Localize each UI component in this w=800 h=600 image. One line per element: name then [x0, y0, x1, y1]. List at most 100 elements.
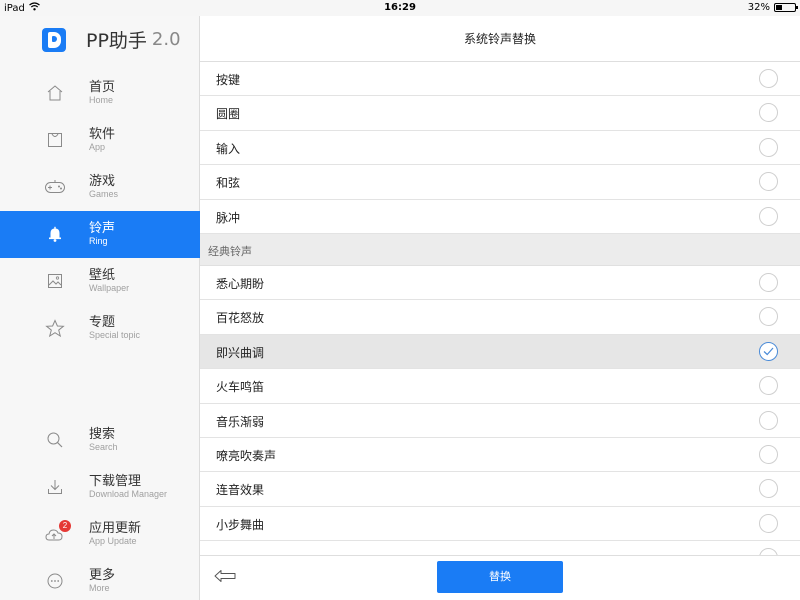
radio-button[interactable] [759, 172, 778, 192]
radio-button[interactable] [759, 444, 778, 464]
nav-item-ring[interactable]: 铃声 Ring [0, 211, 200, 258]
ringtone-label: 百花怒放 [216, 311, 265, 326]
ringtone-row[interactable]: 悉心期盼 [200, 266, 800, 301]
radio-button[interactable] [759, 376, 778, 396]
ringtone-row-selected[interactable]: 即兴曲调 [200, 334, 800, 370]
nav-label: 软件 [89, 127, 116, 142]
nav-item-app[interactable]: 软件 App [0, 117, 200, 164]
ringtone-row-partial[interactable] [200, 541, 800, 555]
image-icon [44, 271, 66, 291]
ringtone-row[interactable]: 按键 [200, 62, 800, 97]
radio-button[interactable] [759, 410, 778, 430]
ringtone-row[interactable]: 和弦 [200, 165, 800, 200]
nav-label: 壁纸 [89, 268, 116, 283]
ringtone-row[interactable]: 连音效果 [200, 472, 800, 507]
ringtone-label: 按键 [216, 73, 241, 87]
sidebar: PP助手 2.0 首页 Home 软件 App 游戏 Games 铃声 Ring… [0, 16, 200, 600]
nav-sublabel: More [89, 583, 110, 593]
radio-button[interactable] [759, 137, 778, 157]
nav-sublabel: App [89, 142, 106, 152]
ringtone-row[interactable]: 圆圈 [200, 96, 800, 131]
nav-item-special-topic[interactable]: 专题 Special topic [0, 305, 200, 352]
radio-button[interactable] [759, 479, 778, 499]
download-icon [44, 477, 66, 497]
nav-sublabel: Download Manager [89, 489, 168, 499]
ringtone-row[interactable]: 脉冲 [200, 200, 800, 234]
ringtone-label: 圆圈 [216, 107, 241, 122]
nav-label: 搜索 [89, 427, 116, 442]
nav-sublabel: Special topic [89, 330, 141, 340]
nav-item-more[interactable]: 更多 More [0, 558, 200, 600]
ringtone-row[interactable]: 嘹亮吹奏声 [200, 438, 800, 473]
more-icon [44, 571, 66, 591]
nav-sublabel: Home [89, 95, 114, 105]
nav-label: 游戏 [89, 174, 116, 189]
update-count-badge: 2 [59, 520, 71, 532]
status-right: 32% [747, 2, 798, 13]
footer-bar: 替换 [200, 555, 800, 600]
battery-icon [774, 3, 798, 12]
nav-bottom: 搜索 Search 下载管理 Download Manager 2 应用更新 A… [0, 417, 200, 600]
nav-label: 首页 [89, 80, 116, 95]
ringtone-row[interactable]: 音乐渐弱 [200, 404, 800, 438]
bell-icon [44, 224, 66, 244]
battery-percent: 32% [747, 2, 770, 13]
radio-button[interactable] [759, 103, 778, 123]
app-version: 2.0 [151, 29, 181, 50]
app-bag-icon [44, 130, 66, 150]
section-label: 经典铃声 [208, 244, 252, 258]
section-header: 经典铃声 [200, 233, 800, 266]
ringtone-label: 输入 [216, 141, 241, 156]
radio-button[interactable] [759, 548, 778, 555]
page-title: 系统铃声替换 [200, 16, 800, 62]
ringtone-label: 嘹亮吹奏声 [216, 448, 277, 463]
nav-item-app-update[interactable]: 2 应用更新 App Update [0, 511, 200, 558]
ringtone-row[interactable]: 火车鸣笛 [200, 369, 800, 404]
nav-sublabel: Ring [89, 236, 108, 246]
star-icon [44, 318, 66, 338]
nav-item-search[interactable]: 搜索 Search [0, 417, 200, 464]
back-arrow-icon[interactable] [214, 568, 238, 588]
radio-button[interactable] [759, 307, 778, 327]
ringtone-list[interactable]: 按键 圆圈 输入 和弦 脉冲 经典铃声 悉心期盼 百花怒放 即兴曲调 火车鸣笛 … [200, 62, 800, 555]
status-bar: iPad 16:29 32% [0, 0, 800, 16]
radio-button[interactable] [759, 69, 778, 88]
nav-sublabel: Games [89, 189, 119, 199]
nav-item-home[interactable]: 首页 Home [0, 70, 200, 117]
search-icon [44, 430, 66, 450]
checkmark-icon [763, 347, 774, 356]
nav-label: 下载管理 [89, 474, 142, 489]
gamepad-icon [44, 177, 66, 197]
radio-button-checked[interactable] [759, 341, 778, 361]
nav-item-wallpaper[interactable]: 壁纸 Wallpaper [0, 258, 200, 305]
nav-item-download-manager[interactable]: 下载管理 Download Manager [0, 464, 200, 511]
nav-label: 专题 [89, 315, 116, 330]
app-name: PP助手 [86, 30, 147, 52]
ringtone-label: 连音效果 [216, 483, 265, 498]
nav-label: 铃声 [89, 221, 116, 236]
ringtone-row[interactable]: 小步舞曲 [200, 507, 800, 542]
ringtone-label: 悉心期盼 [216, 276, 265, 291]
ringtone-row[interactable]: 输入 [200, 131, 800, 166]
nav-sublabel: Wallpaper [89, 283, 130, 293]
ringtone-label: 火车鸣笛 [216, 380, 265, 395]
radio-button[interactable] [759, 513, 778, 533]
radio-button[interactable] [759, 206, 778, 226]
nav-label: 应用更新 [89, 521, 142, 536]
replace-button[interactable]: 替换 [437, 561, 563, 593]
nav-label: 更多 [89, 568, 116, 583]
ringtone-label: 音乐渐弱 [216, 414, 265, 429]
app-logo [42, 27, 66, 52]
ringtone-label: 小步舞曲 [216, 517, 265, 532]
clock: 16:29 [384, 2, 416, 13]
radio-button[interactable] [759, 272, 778, 292]
ringtone-row[interactable]: 百花怒放 [200, 300, 800, 335]
ringtone-label: 和弦 [216, 176, 241, 191]
nav-top: 首页 Home 软件 App 游戏 Games 铃声 Ring 壁纸 Wallp… [0, 70, 200, 352]
nav-item-games[interactable]: 游戏 Games [0, 164, 200, 211]
nav-sublabel: Search [89, 442, 118, 452]
ringtone-label: 即兴曲调 [216, 345, 265, 360]
home-icon [44, 83, 66, 103]
brand: PP助手 2.0 [42, 26, 181, 53]
battery-level [776, 5, 782, 10]
